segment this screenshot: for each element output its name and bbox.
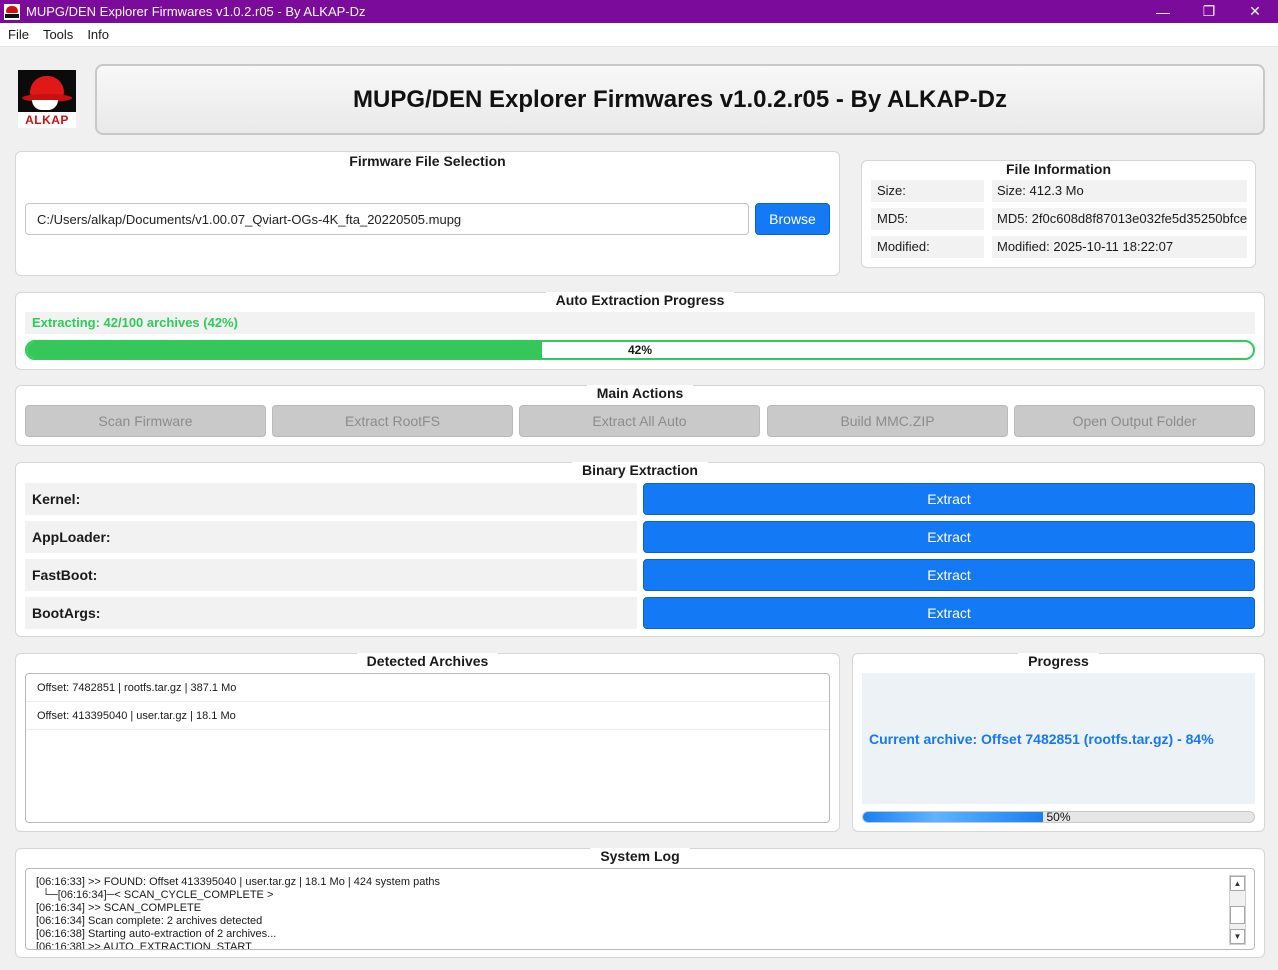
group-title-firmware-selection: Firmware File Selection	[339, 153, 516, 169]
file-size-value: Size: 412.3 Mo	[992, 180, 1247, 202]
page-title: MUPG/DEN Explorer Firmwares v1.0.2.r05 -…	[353, 85, 1007, 113]
main-actions-group: Main Actions Scan Firmware Extract RootF…	[15, 385, 1265, 446]
file-info-key: Modified:	[871, 236, 984, 258]
group-title-system-log: System Log	[590, 848, 690, 864]
kernel-label: Kernel:	[25, 483, 637, 515]
extraction-status: Extracting: 42/100 archives (42%)	[25, 312, 1255, 334]
current-archive-text: Current archive: Offset 7482851 (rootfs.…	[869, 730, 1214, 747]
scroll-down-icon[interactable]: ▼	[1230, 929, 1245, 944]
firmware-path-input[interactable]	[25, 203, 749, 235]
extract-all-auto-button[interactable]: Extract All Auto	[519, 405, 760, 437]
header-banner: MUPG/DEN Explorer Firmwares v1.0.2.r05 -…	[95, 64, 1265, 135]
group-title-main-actions: Main Actions	[586, 385, 694, 401]
auto-extraction-group: Auto Extraction Progress Extracting: 42/…	[15, 292, 1265, 370]
file-modified-value: Modified: 2025-10-11 18:22:07	[992, 236, 1247, 258]
group-title-detected-archives: Detected Archives	[356, 653, 499, 669]
progress-percent: 42%	[627, 343, 653, 357]
browse-button[interactable]: Browse	[755, 203, 830, 235]
group-title-binary-extraction: Binary Extraction	[572, 462, 708, 478]
current-archive-status: Current archive: Offset 7482851 (rootfs.…	[862, 673, 1255, 804]
group-title-file-info: File Information	[996, 161, 1121, 177]
build-mmc-zip-button[interactable]: Build MMC.ZIP	[767, 405, 1008, 437]
extract-kernel-button[interactable]: Extract	[643, 483, 1255, 515]
progress-percent: 50%	[1046, 811, 1071, 823]
extract-rootfs-button[interactable]: Extract RootFS	[272, 405, 513, 437]
file-info-key: Size:	[871, 180, 984, 202]
window-title: MUPG/DEN Explorer Firmwares v1.0.2.r05 -…	[26, 4, 366, 19]
file-info-key: MD5:	[871, 208, 984, 230]
progress-group: Progress Current archive: Offset 7482851…	[852, 653, 1265, 832]
system-log-textarea[interactable]: [06:16:33] >> FOUND: Offset 413395040 | …	[25, 868, 1255, 950]
extract-fastboot-button[interactable]: Extract	[643, 559, 1255, 591]
group-title-progress: Progress	[1018, 653, 1099, 669]
fastboot-label: FastBoot:	[25, 559, 637, 591]
log-scrollbar[interactable]: ▲ ▼	[1229, 875, 1246, 945]
archive-progress-bar: 50%	[862, 811, 1255, 823]
alkap-logo: ALKAP	[18, 70, 76, 128]
scrollbar-thumb[interactable]	[1230, 906, 1245, 924]
auto-extraction-progress-bar: 42%	[25, 340, 1255, 360]
file-info-row: Size: Size: 412.3 Mo	[871, 180, 1247, 202]
file-info-group: File Information Size: Size: 412.3 Mo MD…	[861, 160, 1256, 268]
log-text: [06:16:33] >> FOUND: Offset 413395040 | …	[36, 876, 440, 950]
menu-bar: File Tools Info	[0, 23, 1278, 47]
menu-file[interactable]: File	[0, 23, 36, 47]
list-item[interactable]: Offset: 413395040 | user.tar.gz | 18.1 M…	[26, 702, 829, 730]
binary-extraction-group: Binary Extraction Kernel: Extract AppLoa…	[15, 462, 1265, 637]
scan-firmware-button[interactable]: Scan Firmware	[25, 405, 266, 437]
list-item[interactable]: Offset: 7482851 | rootfs.tar.gz | 387.1 …	[26, 674, 829, 702]
maximize-icon[interactable]: ❐	[1186, 0, 1232, 23]
close-icon[interactable]: ✕	[1232, 0, 1278, 23]
bootargs-label: BootArgs:	[25, 597, 637, 629]
archive-list[interactable]: Offset: 7482851 | rootfs.tar.gz | 387.1 …	[25, 673, 830, 823]
file-info-row: Modified: Modified: 2025-10-11 18:22:07	[871, 236, 1247, 258]
app-logo-icon	[4, 3, 20, 20]
file-md5-value: MD5: 2f0c608d8f87013e032fe5d35250bfce	[992, 208, 1247, 230]
apploader-label: AppLoader:	[25, 521, 637, 553]
extract-apploader-button[interactable]: Extract	[643, 521, 1255, 553]
logo-text: ALKAP	[18, 112, 76, 128]
menu-tools[interactable]: Tools	[36, 23, 80, 47]
file-info-row: MD5: MD5: 2f0c608d8f87013e032fe5d35250bf…	[871, 208, 1247, 230]
system-log-group: System Log [06:16:33] >> FOUND: Offset 4…	[15, 848, 1265, 958]
extract-bootargs-button[interactable]: Extract	[643, 597, 1255, 629]
scroll-up-icon[interactable]: ▲	[1230, 876, 1245, 891]
detected-archives-group: Detected Archives Offset: 7482851 | root…	[15, 653, 840, 832]
menu-info[interactable]: Info	[80, 23, 116, 47]
group-title-auto-extraction: Auto Extraction Progress	[545, 292, 735, 308]
minimize-icon[interactable]: —	[1140, 0, 1186, 23]
firmware-selection-group: Firmware File Selection Browse	[15, 151, 840, 276]
title-bar: MUPG/DEN Explorer Firmwares v1.0.2.r05 -…	[0, 0, 1278, 23]
open-output-folder-button[interactable]: Open Output Folder	[1014, 405, 1255, 437]
